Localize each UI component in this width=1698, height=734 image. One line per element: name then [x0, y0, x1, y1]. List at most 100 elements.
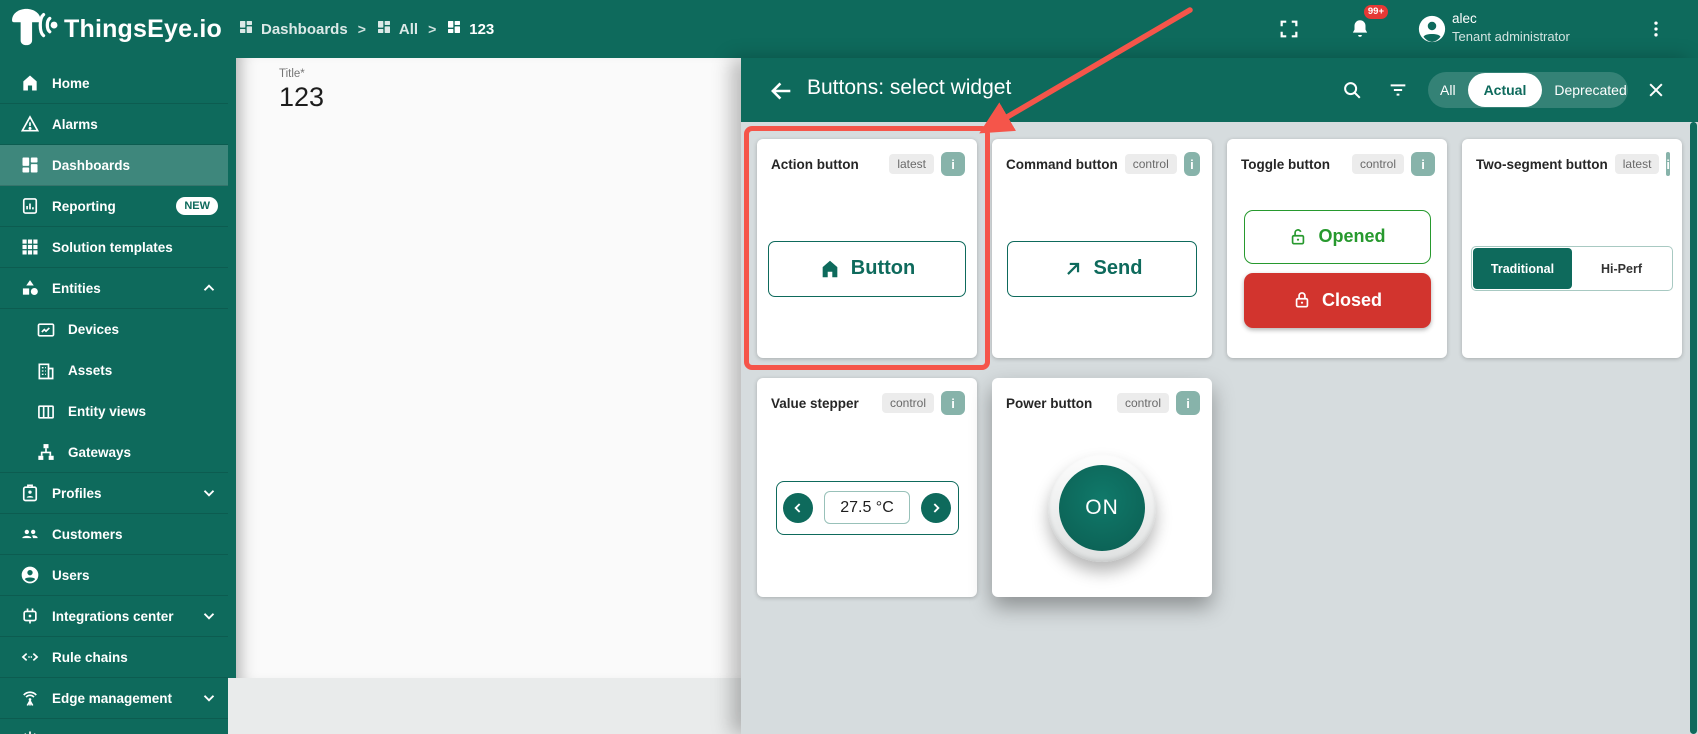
- chevron-up-icon[interactable]: [200, 279, 218, 297]
- card-title: Toggle button: [1241, 157, 1345, 172]
- breadcrumb-separator: >: [358, 21, 366, 37]
- version-badge: control: [1117, 393, 1169, 413]
- info-icon[interactable]: i: [941, 152, 965, 176]
- more-vert-icon[interactable]: [1636, 9, 1676, 49]
- integration-plug-icon: [20, 606, 40, 626]
- preview-button-label: Send: [1094, 257, 1143, 280]
- command-button-preview: Send: [1007, 241, 1197, 297]
- id-badge-icon: [20, 483, 40, 503]
- sidebar-item-entity-views[interactable]: Entity views: [0, 391, 228, 432]
- card-title: Two-segment button: [1476, 157, 1608, 172]
- info-icon[interactable]: i: [1176, 391, 1200, 415]
- sidebar-item-integrations-center[interactable]: Integrations center: [0, 596, 228, 637]
- info-icon[interactable]: i: [1666, 152, 1670, 176]
- sidebar-nav: Home Alarms Dashboards Reporting NEW Sol…: [0, 58, 228, 734]
- info-icon[interactable]: i: [1184, 152, 1200, 176]
- backdrop-left-strip: [228, 58, 236, 678]
- user-info[interactable]: alec Tenant administrator: [1452, 10, 1570, 46]
- widget-card-power-button[interactable]: Power button control i ON: [992, 378, 1212, 597]
- dashboards-icon: [20, 155, 40, 175]
- building-icon: [36, 361, 56, 381]
- sidebar-item-devices[interactable]: Devices: [0, 309, 228, 350]
- logo-icon: [10, 6, 58, 53]
- search-icon[interactable]: [1338, 76, 1366, 104]
- sidebar-item-home[interactable]: Home: [0, 63, 228, 104]
- alarm-warning-icon: [20, 114, 40, 134]
- version-badge: latest: [1615, 154, 1660, 174]
- avatar[interactable]: [1417, 14, 1447, 44]
- breadcrumb: Dashboards > All > 123: [238, 19, 494, 39]
- power-state-label: ON: [1059, 465, 1145, 551]
- sidebar-item-solution-templates[interactable]: Solution templates: [0, 227, 228, 268]
- action-button-preview: Button: [768, 241, 966, 297]
- stepper-value: 27.5 °C: [824, 491, 910, 524]
- breadcrumb-label: Dashboards: [261, 21, 348, 38]
- breadcrumb-dashboards[interactable]: Dashboards: [238, 19, 348, 39]
- close-icon[interactable]: [1642, 76, 1670, 104]
- people-icon: [20, 524, 40, 544]
- gateway-network-icon: [36, 442, 56, 462]
- sidebar-item-advanced-features[interactable]: Advanced features: [0, 719, 228, 734]
- sidebar-item-edge-management[interactable]: Edge management: [0, 678, 228, 719]
- chevron-down-icon[interactable]: [200, 607, 218, 625]
- filter-option-all[interactable]: All: [1428, 72, 1468, 108]
- chevron-left-icon: [783, 493, 813, 523]
- filter-option-actual[interactable]: Actual: [1468, 73, 1543, 107]
- breadcrumb-all[interactable]: All: [376, 19, 418, 39]
- widget-card-two-segment-button[interactable]: Two-segment button latest i Traditional …: [1462, 139, 1682, 358]
- sidebar-item-entities[interactable]: Entities: [0, 268, 228, 309]
- lock-closed-icon: [1292, 290, 1312, 310]
- version-badge: control: [1352, 154, 1404, 174]
- toggle-closed-preview: Closed: [1244, 273, 1431, 328]
- dashboard-page-backdrop: Title* 123: [228, 58, 741, 734]
- chevron-right-icon: [921, 493, 951, 523]
- edge-antenna-icon: [20, 688, 40, 708]
- power-button-preview: ON: [1048, 454, 1156, 562]
- logo-text: ThingsEye.io: [64, 15, 222, 44]
- sidebar-item-customers[interactable]: Customers: [0, 514, 228, 555]
- chevron-down-icon[interactable]: [200, 484, 218, 502]
- breadcrumb-current[interactable]: 123: [446, 19, 494, 39]
- sidebar-item-reporting[interactable]: Reporting NEW: [0, 186, 228, 227]
- sidebar-item-rule-chains[interactable]: Rule chains: [0, 637, 228, 678]
- card-title: Value stepper: [771, 396, 875, 411]
- sidebar-item-dashboards[interactable]: Dashboards: [0, 145, 228, 186]
- breadcrumb-separator: >: [428, 21, 436, 37]
- columns-icon: [36, 402, 56, 422]
- chevron-down-icon[interactable]: [200, 689, 218, 707]
- value-stepper-preview: 27.5 °C: [776, 481, 959, 535]
- scrollbar[interactable]: [1690, 122, 1697, 734]
- sidebar-item-profiles[interactable]: Profiles: [0, 473, 228, 514]
- preview-button-label: Closed: [1322, 290, 1382, 311]
- widget-card-value-stepper[interactable]: Value stepper control i 27.5 °C: [757, 378, 977, 597]
- dashboard-tile-icon: [238, 19, 254, 39]
- breadcrumb-label: 123: [469, 21, 494, 38]
- breadcrumb-label: All: [399, 21, 418, 38]
- app-root: ThingsEye.io Dashboards > All >: [0, 0, 1698, 734]
- sidebar-item-assets[interactable]: Assets: [0, 350, 228, 391]
- dashboard-form-area: Title* 123: [236, 58, 741, 678]
- logo[interactable]: ThingsEye.io: [0, 6, 238, 53]
- home-icon: [20, 73, 40, 93]
- title-field-value[interactable]: 123: [279, 82, 324, 113]
- filter-icon[interactable]: [1384, 76, 1412, 104]
- notifications-bell-icon[interactable]: 99+: [1340, 9, 1380, 49]
- dashboard-tile-icon: [446, 19, 462, 39]
- widget-card-action-button[interactable]: Action button latest i Button: [757, 139, 977, 358]
- new-badge: NEW: [176, 197, 218, 215]
- sidebar-item-gateways[interactable]: Gateways: [0, 432, 228, 473]
- rule-chains-icon: [20, 647, 40, 667]
- fullscreen-icon[interactable]: [1269, 9, 1309, 49]
- reporting-icon: [20, 196, 40, 216]
- sidebar-item-alarms[interactable]: Alarms: [0, 104, 228, 145]
- widget-card-toggle-button[interactable]: Toggle button control i Opened Closed: [1227, 139, 1447, 358]
- filter-option-deprecated[interactable]: Deprecated: [1542, 72, 1638, 108]
- sidebar-item-users[interactable]: Users: [0, 555, 228, 596]
- user-name: alec: [1452, 10, 1570, 28]
- preview-button-label: Button: [851, 257, 915, 280]
- widget-card-command-button[interactable]: Command button control i Send: [992, 139, 1212, 358]
- info-icon[interactable]: i: [941, 391, 965, 415]
- info-icon[interactable]: i: [1411, 152, 1435, 176]
- back-arrow-icon[interactable]: [767, 77, 795, 105]
- two-segment-preview: Traditional Hi-Perf: [1471, 246, 1673, 291]
